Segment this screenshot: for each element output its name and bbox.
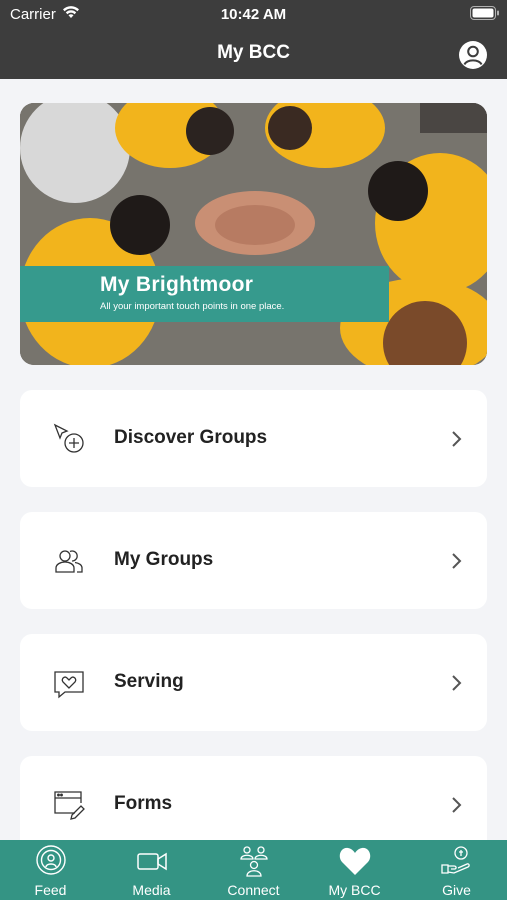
tab-give-label: Give bbox=[442, 882, 471, 898]
status-time: 10:42 AM bbox=[220, 6, 287, 23]
chevron-right-icon bbox=[452, 553, 462, 569]
banner-title: My Brightmoor bbox=[100, 273, 254, 296]
serving-card[interactable]: Serving bbox=[20, 634, 487, 731]
profile-icon[interactable] bbox=[458, 40, 488, 70]
discover-groups-card[interactable]: Discover Groups bbox=[20, 390, 487, 487]
feed-icon bbox=[36, 845, 66, 875]
tab-give[interactable]: Give bbox=[406, 840, 507, 900]
my-groups-card[interactable]: My Groups bbox=[20, 512, 487, 609]
media-icon bbox=[137, 852, 167, 871]
status-bar: Carrier 10:42 AM bbox=[0, 0, 507, 28]
tab-media[interactable]: Media bbox=[101, 840, 202, 900]
tab-connect[interactable]: Connect bbox=[203, 840, 304, 900]
my-groups-icon bbox=[55, 550, 83, 573]
forms-card[interactable]: Forms bbox=[20, 756, 487, 853]
banner-subtitle: All your important touch points in one p… bbox=[100, 301, 285, 312]
tab-feed-label: Feed bbox=[34, 882, 67, 898]
my-groups-label: My Groups bbox=[114, 549, 214, 570]
chevron-right-icon bbox=[452, 431, 462, 447]
page-title: My BCC bbox=[217, 42, 290, 63]
app-header: Carrier 10:42 AM My BCC bbox=[0, 0, 507, 79]
tab-my-bcc[interactable]: My BCC bbox=[304, 840, 405, 900]
battery-icon bbox=[470, 6, 499, 20]
banner-caption: My Brightmoor All your important touch p… bbox=[20, 266, 389, 322]
tab-bar: Feed Media Connect My BCC Give bbox=[0, 840, 507, 900]
forms-label: Forms bbox=[114, 793, 173, 814]
chevron-right-icon bbox=[452, 675, 462, 691]
my-brightmoor-banner[interactable]: My Brightmoor All your important touch p… bbox=[20, 103, 487, 365]
discover-groups-icon bbox=[53, 423, 84, 453]
banner-photo bbox=[20, 103, 487, 365]
forms-icon bbox=[54, 791, 85, 820]
give-icon bbox=[441, 846, 470, 874]
serving-icon bbox=[54, 671, 84, 699]
connect-icon bbox=[240, 846, 268, 877]
tab-connect-label: Connect bbox=[227, 882, 280, 898]
tab-my-bcc-label: My BCC bbox=[328, 882, 381, 898]
heart-icon bbox=[339, 847, 371, 875]
chevron-right-icon bbox=[452, 797, 462, 813]
tab-feed[interactable]: Feed bbox=[0, 840, 101, 900]
serving-label: Serving bbox=[114, 671, 184, 692]
tab-media-label: Media bbox=[132, 882, 171, 898]
discover-groups-label: Discover Groups bbox=[114, 427, 268, 448]
